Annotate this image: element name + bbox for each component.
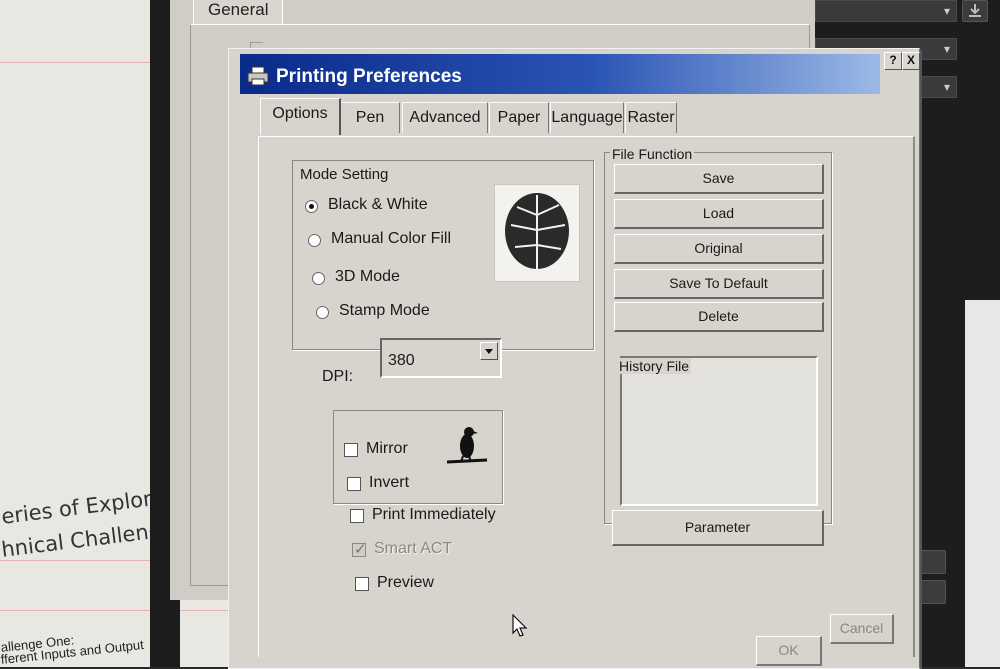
tab-pen[interactable]: Pen: [340, 102, 400, 133]
dpi-value: 380: [388, 352, 415, 369]
original-button[interactable]: Original: [614, 234, 824, 264]
side-dropdown[interactable]: ▾: [815, 0, 957, 22]
parameter-button[interactable]: Parameter: [612, 510, 824, 546]
mode-setting-legend: Mode Setting: [298, 166, 391, 183]
delete-button[interactable]: Delete: [614, 302, 824, 332]
history-file-label: History File: [617, 358, 692, 374]
radio-button[interactable]: [316, 306, 329, 319]
radio-label: Manual Color Fill: [331, 230, 452, 247]
checkbox[interactable]: [347, 477, 361, 491]
doc-margin-line: [0, 610, 235, 611]
bird-icon: [445, 422, 489, 470]
dpi-label: DPI:: [322, 368, 354, 385]
checkbox-label: Print Immediately: [372, 506, 496, 523]
tab-raster[interactable]: Raster: [625, 102, 677, 133]
checkbox[interactable]: [344, 443, 358, 457]
radio-label: Stamp Mode: [339, 302, 430, 319]
mouse-cursor-icon: [512, 613, 528, 638]
tab-language[interactable]: Language: [550, 102, 624, 133]
close-button[interactable]: X: [902, 52, 920, 70]
checkbox: ✓: [352, 541, 367, 558]
cancel-button[interactable]: Cancel: [830, 614, 894, 644]
checkbox-label: Invert: [369, 474, 410, 491]
radio-button[interactable]: [305, 200, 318, 213]
ok-button[interactable]: OK: [756, 636, 822, 666]
save-button[interactable]: Save: [614, 164, 824, 194]
tab-general[interactable]: General: [193, 0, 283, 24]
radio-button[interactable]: [312, 272, 325, 285]
dpi-dropdown[interactable]: 380: [380, 338, 502, 378]
tab-paper[interactable]: Paper: [489, 102, 549, 133]
radio-label: Black & White: [328, 196, 428, 213]
radio-button[interactable]: [308, 234, 321, 247]
file-function-legend: File Function: [610, 146, 695, 162]
printer-icon: [247, 66, 269, 86]
dialog-title: Printing Preferences: [276, 66, 462, 87]
tab-options[interactable]: Options: [260, 98, 341, 135]
side-document: [965, 300, 1000, 667]
tab-advanced[interactable]: Advanced: [402, 102, 488, 133]
checkbox-label: Preview: [377, 574, 434, 591]
load-button[interactable]: Load: [614, 199, 824, 229]
checkbox-label: Smart ACT: [374, 540, 453, 557]
history-file-list[interactable]: [620, 356, 818, 506]
checkbox[interactable]: [355, 577, 369, 591]
chevron-down-icon[interactable]: [480, 342, 498, 360]
download-icon[interactable]: [962, 0, 988, 22]
help-button[interactable]: ?: [884, 52, 902, 70]
checkbox-label: Mirror: [366, 440, 408, 457]
save-to-default-button[interactable]: Save To Default: [614, 269, 824, 299]
checkbox[interactable]: [350, 509, 364, 523]
radio-label: 3D Mode: [335, 268, 400, 285]
leaf-icon: [494, 184, 580, 282]
